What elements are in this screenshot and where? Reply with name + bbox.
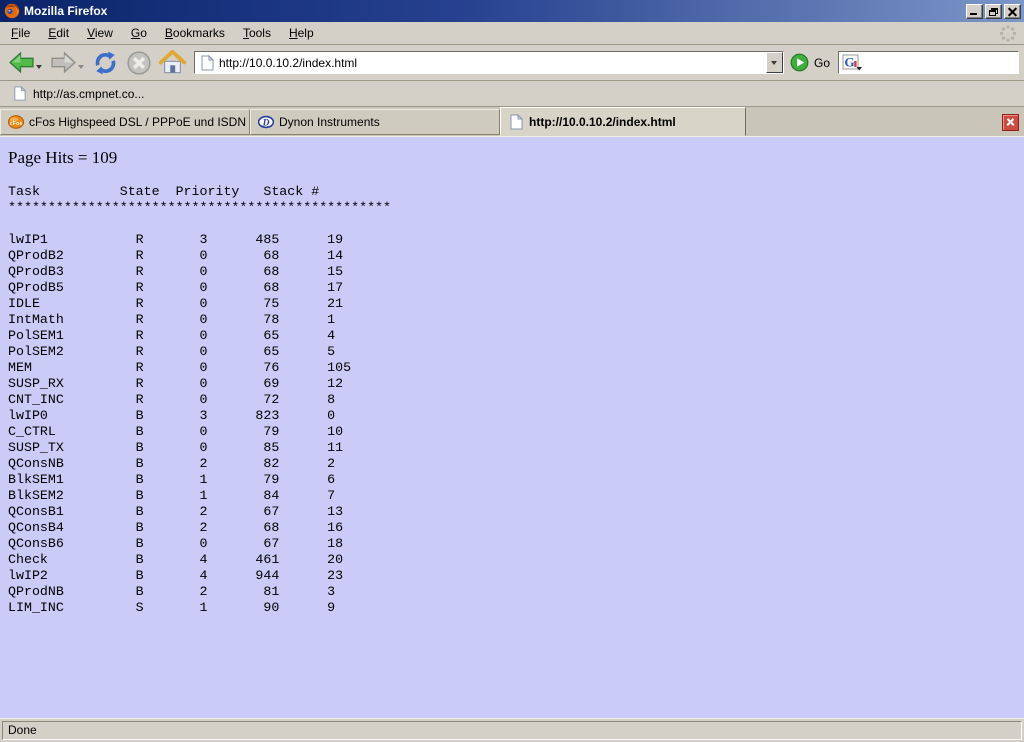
page-icon — [508, 114, 524, 130]
back-arrow-icon — [8, 51, 35, 74]
svg-text:cFos: cFos — [10, 121, 23, 127]
address-dropdown-caret — [771, 61, 777, 65]
stop-button[interactable] — [123, 47, 155, 79]
tab-label: Dynon Instruments — [279, 115, 380, 129]
minimize-button[interactable] — [966, 4, 983, 19]
tab-dynon[interactable]: D Dynon Instruments — [250, 109, 500, 135]
status-text: Done — [2, 721, 1022, 740]
close-icon — [1008, 7, 1017, 16]
menu-tools[interactable]: Tools — [234, 23, 280, 43]
minimize-icon — [970, 13, 977, 15]
reload-button[interactable] — [89, 47, 122, 79]
go-icon — [790, 53, 809, 72]
address-dropdown-button[interactable] — [766, 52, 783, 73]
menu-bookmarks[interactable]: Bookmarks — [156, 23, 234, 43]
page-hits-text: Page Hits = 109 — [8, 148, 1024, 168]
page-icon — [12, 86, 27, 101]
page-content: Page Hits = 109 Task State Priority Stac… — [0, 137, 1024, 718]
bookmark-label: http://as.cmpnet.co... — [33, 87, 144, 101]
close-window-button[interactable] — [1004, 4, 1021, 19]
reload-icon — [92, 50, 119, 76]
back-dropdown-caret[interactable] — [36, 65, 42, 69]
page-icon — [199, 55, 215, 71]
go-button[interactable]: Go — [790, 53, 830, 72]
window-title: Mozilla Firefox — [24, 4, 964, 18]
search-input[interactable] — [863, 54, 1018, 72]
svg-text:G: G — [844, 55, 854, 70]
menu-bar: File Edit View Go Bookmarks Tools Help — [0, 22, 1024, 45]
tab-label: http://10.0.10.2/index.html — [529, 115, 676, 129]
forward-arrow-icon — [50, 51, 77, 74]
restore-icon — [989, 8, 998, 16]
tab-strip: cFos cFos Highspeed DSL / PPPoE und ISDN… — [0, 107, 1024, 137]
status-bar: Done — [0, 718, 1024, 742]
title-bar: Mozilla Firefox — [0, 0, 1024, 22]
menu-edit[interactable]: Edit — [39, 23, 78, 43]
navigation-toolbar: Go G — [0, 45, 1024, 81]
cfos-icon: cFos — [8, 114, 24, 130]
menu-view[interactable]: View — [78, 23, 122, 43]
task-table: Task State Priority Stack # ************… — [8, 184, 1024, 616]
close-tab-button[interactable] — [1002, 114, 1019, 131]
tab-cfos[interactable]: cFos cFos Highspeed DSL / PPPoE und ISDN… — [0, 109, 250, 135]
forward-button[interactable] — [47, 48, 88, 77]
address-bar[interactable] — [194, 51, 784, 74]
restore-button[interactable] — [985, 4, 1002, 19]
tab-label: cFos Highspeed DSL / PPPoE und ISDN CAP.… — [29, 115, 250, 129]
svg-text:D: D — [262, 119, 270, 129]
menu-help[interactable]: Help — [280, 23, 323, 43]
forward-dropdown-caret[interactable] — [78, 65, 84, 69]
dynon-icon: D — [258, 114, 274, 130]
home-icon — [159, 50, 186, 75]
menu-go[interactable]: Go — [122, 23, 156, 43]
go-label: Go — [814, 56, 830, 70]
back-button[interactable] — [5, 48, 46, 77]
browser-window: Mozilla Firefox File Edit View Go Bookma… — [0, 0, 1024, 742]
firefox-icon — [4, 3, 20, 19]
bookmarks-toolbar: http://as.cmpnet.co... — [0, 81, 1024, 107]
home-button[interactable] — [156, 47, 189, 78]
stop-icon — [126, 50, 152, 76]
menu-file[interactable]: File — [2, 23, 39, 43]
tab-index-html-active[interactable]: http://10.0.10.2/index.html — [500, 107, 746, 136]
search-box[interactable]: G — [838, 51, 1019, 74]
bookmark-item[interactable]: http://as.cmpnet.co... — [8, 84, 148, 103]
address-input[interactable] — [219, 54, 766, 72]
google-search-icon: G — [842, 54, 863, 71]
throbber-icon — [997, 23, 1019, 43]
